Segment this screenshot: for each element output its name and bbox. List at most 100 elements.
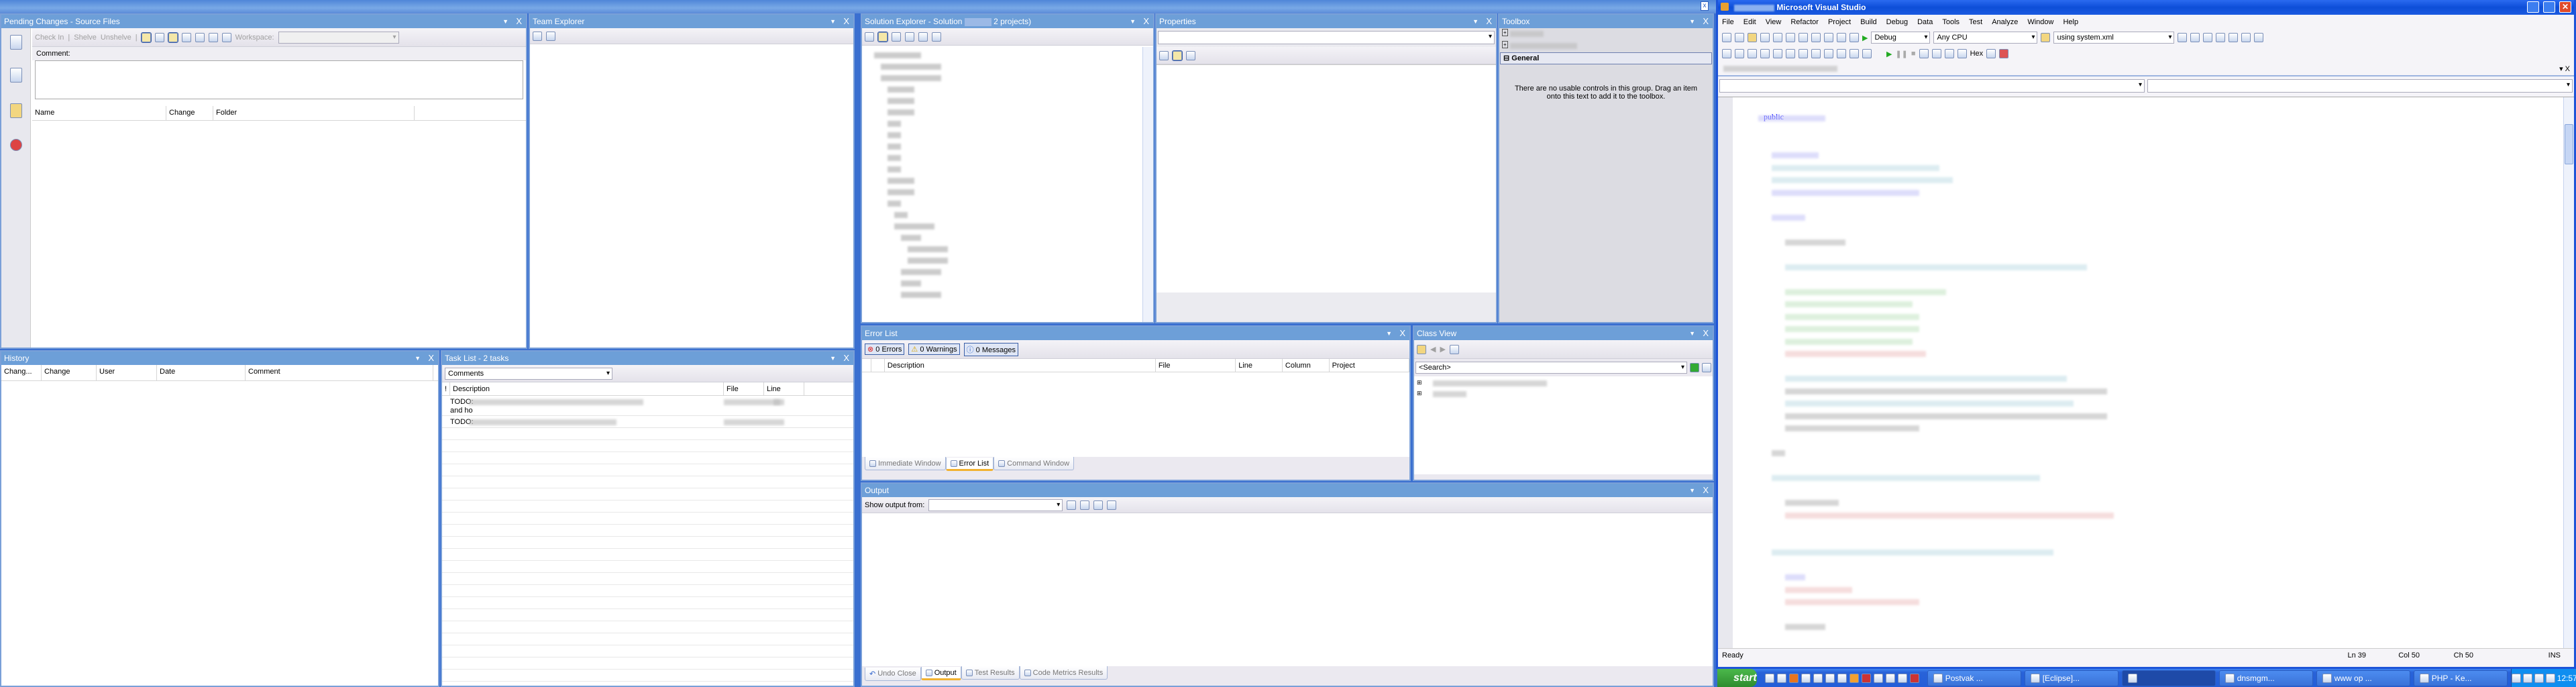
start-page-icon[interactable] [2241,33,2251,42]
taskbar-button[interactable]: [Eclipse]... [2024,670,2118,686]
close-icon[interactable]: X [1486,15,1492,28]
opera-icon[interactable] [1909,673,1919,683]
menu-analyze[interactable]: Analyze [1992,18,2018,26]
close-document-icon[interactable]: ▾ X [2559,64,2570,73]
taskbar-button[interactable]: Postvak ... [1927,670,2021,686]
configuration-select[interactable]: Debug [1871,32,1931,44]
work-items-icon[interactable] [10,68,22,83]
goto-icon[interactable] [1080,500,1090,510]
clock[interactable]: 12:57 [2557,674,2576,683]
forward-icon[interactable]: ▶ [1440,345,1445,354]
add-icon[interactable] [533,31,542,41]
document-tab[interactable]: ▾ X [1718,62,2574,76]
app-icon[interactable] [1861,673,1871,683]
close-icon[interactable]: X [1703,484,1709,497]
redo-icon[interactable] [1837,33,1846,42]
class-search-input[interactable]: <Search> [1415,362,1687,374]
menu-edit[interactable]: Edit [1743,18,1756,26]
tray-icon[interactable] [2545,673,2555,683]
navigate-icon[interactable] [1849,33,1859,42]
prev-bookmark-icon[interactable] [1837,49,1846,58]
toolbox-icon[interactable] [2229,33,2239,42]
menu-project[interactable]: Project [1828,18,1851,26]
cut-icon[interactable] [1786,33,1795,42]
step-into-icon[interactable] [1931,49,1941,58]
property-grid[interactable] [1157,64,1496,293]
tab-immediate-window[interactable]: Immediate Window [865,457,946,470]
tab-code-metrics[interactable]: Code Metrics Results [1019,666,1108,680]
members-dropdown[interactable] [2147,79,2573,93]
new-folder-icon[interactable] [1417,344,1426,354]
menu-refactor[interactable]: Refactor [1790,18,1819,26]
menu-help[interactable]: Help [2063,18,2078,26]
folder-icon[interactable] [195,32,205,42]
app-icon[interactable] [1837,673,1847,683]
refresh-icon[interactable] [546,31,555,41]
categorized-icon[interactable] [1159,50,1169,60]
tab-undo-close[interactable]: ↶ Undo Close [865,667,921,681]
close-icon[interactable]: X [516,15,522,28]
code-editor[interactable]: public [1718,97,2574,648]
vertical-scrollbar[interactable] [2563,97,2574,648]
restart-icon[interactable] [1919,49,1929,58]
solution-tree[interactable] [862,47,1142,322]
list-view-icon[interactable] [167,32,178,43]
dropdown-icon[interactable]: ▼ [415,352,421,365]
complete-word-icon[interactable] [1760,49,1770,58]
dropdown-icon[interactable]: ▼ [830,352,836,365]
dropdown-icon[interactable]: ▼ [1689,327,1695,340]
property-pages-icon[interactable] [1186,50,1195,60]
tree-view-icon[interactable] [154,32,164,42]
ie-icon[interactable] [1776,673,1786,683]
taskbar-button[interactable]: www op ... [2316,670,2410,686]
tray-icon[interactable] [2511,673,2521,683]
toolbox-group[interactable]: + [1499,40,1713,52]
warnings-filter-button[interactable]: ⚠ 0 Warnings [908,344,960,355]
outdent-icon[interactable] [1773,49,1782,58]
properties-icon[interactable] [865,32,874,42]
find-input[interactable]: using system.xml [2053,32,2175,44]
outlook-icon[interactable] [1849,673,1859,683]
source-files-icon[interactable] [10,35,22,50]
taskbar-button[interactable]: dnsmgm... [2218,670,2313,686]
col-comment[interactable]: Comment [246,365,433,380]
tray-icon[interactable] [2534,673,2544,683]
save-all-icon[interactable] [1773,33,1782,42]
breakpoints-icon[interactable] [1999,49,2009,58]
col-date[interactable]: Date [157,365,246,380]
close-icon[interactable]: X [843,352,849,365]
bookmark-icon[interactable] [1824,49,1833,58]
tray-icon[interactable] [2522,673,2532,683]
safari-icon[interactable] [1813,673,1823,683]
add-item-icon[interactable] [1735,33,1744,42]
object-select[interactable] [1158,31,1495,44]
close-icon[interactable]: X [1399,327,1405,340]
refresh-icon[interactable] [221,32,231,42]
menu-test[interactable]: Test [1969,18,1982,26]
policy-warnings-icon[interactable] [10,139,22,151]
paste-icon[interactable] [1811,33,1821,42]
next-bookmark-icon[interactable] [1849,49,1859,58]
workspace-select[interactable] [278,31,399,44]
object-browser-icon[interactable] [2203,33,2213,42]
find-icon[interactable] [1067,500,1077,510]
close-icon[interactable]: X [1703,15,1709,28]
network-icon[interactable] [1873,673,1883,683]
comment-input[interactable] [35,60,523,99]
col-file[interactable]: File [724,382,764,395]
class-diagram-icon[interactable] [932,32,941,42]
undo-icon[interactable] [1824,33,1833,42]
menu-build[interactable]: Build [1860,18,1876,26]
col-folder[interactable]: Folder [213,106,415,120]
undo-icon[interactable] [208,32,218,42]
output-text[interactable] [862,513,1713,666]
settings-icon[interactable] [1449,344,1459,354]
col-project[interactable]: Project [1330,359,1409,372]
scrollbar[interactable] [1142,47,1153,322]
view-code-icon[interactable] [905,32,914,42]
format-icon[interactable] [1722,49,1731,58]
properties-icon[interactable] [2190,33,2200,42]
find-in-files-icon[interactable] [2041,33,2051,42]
clear-all-icon[interactable] [1093,500,1104,510]
menu-debug[interactable]: Debug [1886,18,1908,26]
